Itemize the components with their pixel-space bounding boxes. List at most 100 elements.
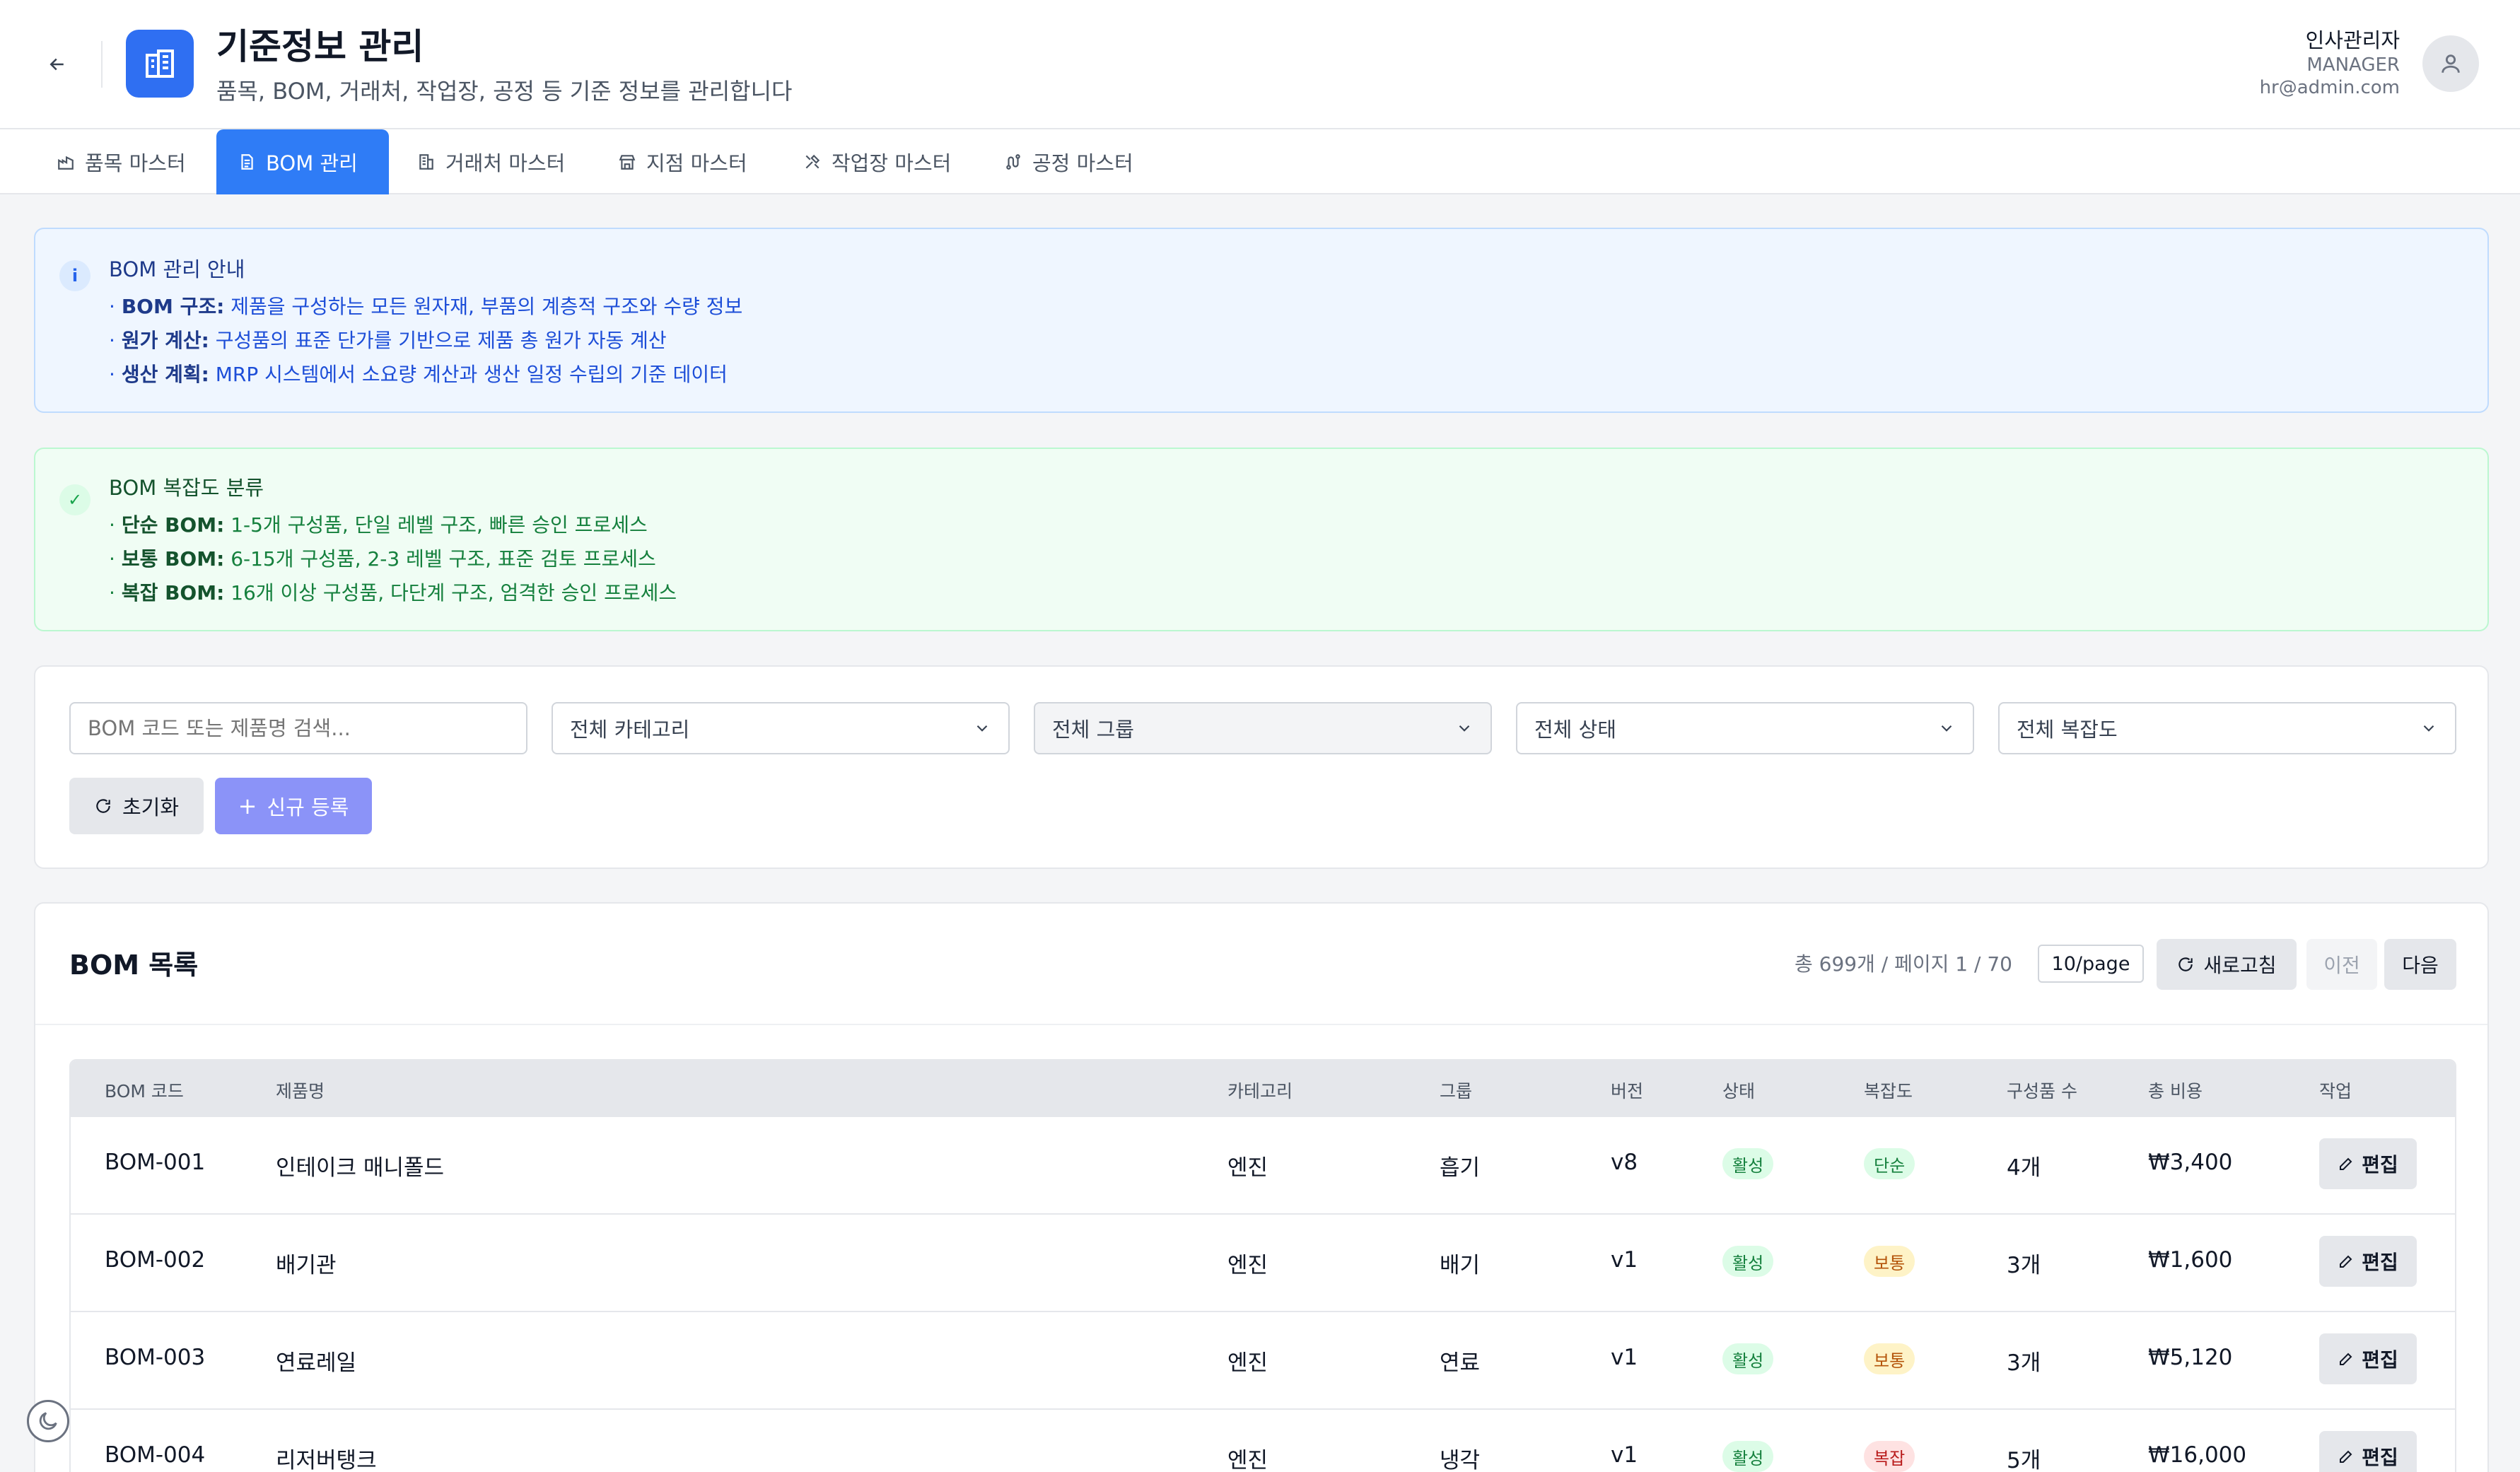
chevron-down-icon — [1941, 725, 1952, 732]
column-header[interactable]: 버전 — [1611, 1077, 1643, 1103]
tab-item-master[interactable]: 품목 마스터 — [34, 129, 209, 194]
component-count: 3개 — [2007, 1350, 2041, 1376]
tab-label: BOM 관리 — [266, 151, 358, 175]
theme-toggle-button[interactable] — [27, 1400, 69, 1442]
column-header[interactable]: BOM 코드 — [105, 1077, 184, 1103]
refresh-label: 새로고침 — [2203, 954, 2277, 977]
group-select[interactable]: 전체 그룹 — [1034, 702, 1492, 754]
category-select[interactable]: 전체 카테고리 — [552, 702, 1010, 754]
table-row[interactable]: BOM-003 연료레일 엔진 연료 v1 활성 보통 3개 ₩5,120 편집 — [71, 1312, 2455, 1410]
table-header: BOM 코드 제품명 카테고리 그룹 버전 상태 복잡도 구성품 수 총 비용 … — [71, 1061, 2455, 1117]
total-cost: ₩3,400 — [2148, 1150, 2233, 1175]
bom-complexity-notice: ✓ BOM 복잡도 분류 · 단순 BOM: 1-5개 구성품, 단일 레벨 구… — [34, 448, 2489, 631]
refresh-icon — [96, 799, 110, 813]
column-header[interactable]: 구성품 수 — [2007, 1077, 2077, 1103]
page-subtitle: 품목, BOM, 거래처, 작업장, 공정 등 기준 정보를 관리합니다 — [216, 78, 793, 105]
notice-line: · 복잡 BOM: 16개 이상 구성품, 다단계 구조, 엄격한 승인 프로세… — [109, 581, 677, 604]
user-info: 인사관리자 MANAGER hr@admin.com — [2260, 27, 2400, 99]
refresh-button[interactable]: 새로고침 — [2157, 939, 2297, 990]
notice-line: · BOM 구조: 제품을 구성하는 모든 원자재, 부품의 계층적 구조와 수… — [109, 295, 743, 318]
table-row[interactable]: BOM-004 리저버탱크 엔진 냉각 v1 활성 복잡 5개 ₩16,000 … — [71, 1410, 2455, 1472]
component-count: 3개 — [2007, 1253, 2041, 1278]
pencil-icon — [2340, 1157, 2352, 1170]
product-name: 연료레일 — [276, 1350, 357, 1376]
product-name: 인테이크 매니폴드 — [276, 1155, 445, 1181]
list-title: BOM 목록 — [69, 950, 199, 981]
column-header[interactable]: 총 비용 — [2148, 1077, 2203, 1103]
bom-code: BOM-004 — [105, 1442, 206, 1468]
edit-button[interactable]: 편집 — [2319, 1236, 2417, 1287]
user-role: MANAGER — [2306, 54, 2400, 76]
edit-label: 편집 — [2362, 1251, 2398, 1274]
new-bom-button[interactable]: + 신규 등록 — [215, 778, 372, 834]
column-header[interactable]: 제품명 — [276, 1077, 325, 1103]
tab-branch-master[interactable]: 지점 마스터 — [595, 129, 770, 194]
total-cost: ₩5,120 — [2148, 1345, 2233, 1370]
info-icon: i — [59, 260, 91, 291]
back-button[interactable] — [38, 48, 76, 81]
bom-code: BOM-003 — [105, 1345, 206, 1370]
edit-button[interactable]: 편집 — [2319, 1333, 2417, 1384]
version: v8 — [1611, 1150, 1638, 1175]
column-header[interactable]: 복잡도 — [1864, 1077, 1913, 1103]
notice-line: · 생산 계획: MRP 시스템에서 소요량 계산과 생산 일정 수립의 기준 … — [109, 363, 728, 386]
category: 엔진 — [1227, 1350, 1268, 1376]
tools-icon — [805, 154, 820, 169]
column-header[interactable]: 상태 — [1722, 1077, 1755, 1103]
complexity-badge: 보통 — [1864, 1246, 1915, 1277]
bom-code: BOM-001 — [105, 1150, 206, 1175]
tab-label: 품목 마스터 — [85, 151, 186, 175]
bom-list-card: BOM 목록 총 699개 / 페이지 1 / 70 10/page 새로고침 … — [34, 902, 2489, 1472]
reset-button[interactable]: 초기화 — [69, 778, 204, 834]
status-badge: 활성 — [1722, 1343, 1774, 1374]
tab-partner-master[interactable]: 거래처 마스터 — [395, 129, 588, 194]
tab-process-master[interactable]: 공정 마스터 — [981, 129, 1156, 194]
search-input[interactable] — [69, 702, 527, 754]
chevron-down-icon — [1459, 725, 1470, 732]
component-count: 5개 — [2007, 1448, 2041, 1472]
status-select[interactable]: 전체 상태 — [1516, 702, 1974, 754]
edit-button[interactable]: 편집 — [2319, 1431, 2417, 1472]
prev-page-button[interactable]: 이전 — [2306, 939, 2377, 990]
per-page-select[interactable]: 10/page — [2038, 945, 2144, 983]
group: 연료 — [1440, 1350, 1481, 1376]
tab-workcenter-master[interactable]: 작업장 마스터 — [781, 129, 974, 194]
edit-label: 편집 — [2362, 1153, 2398, 1176]
group: 냉각 — [1440, 1448, 1481, 1472]
total-cost: ₩16,000 — [2148, 1442, 2247, 1468]
group: 배기 — [1440, 1253, 1481, 1278]
edit-button[interactable]: 편집 — [2319, 1138, 2417, 1189]
product-name: 배기관 — [276, 1253, 337, 1278]
master-tabs: 품목 마스터 BOM 관리 거래처 마스터 지점 마스터 작업장 마스터 공정 … — [0, 129, 2520, 194]
tab-bom[interactable]: BOM 관리 — [216, 129, 389, 194]
chevron-down-icon — [2423, 725, 2434, 732]
moon-icon — [39, 1412, 57, 1430]
complexity-select[interactable]: 전체 복잡도 — [1998, 702, 2456, 754]
category: 엔진 — [1227, 1155, 1268, 1181]
refresh-icon — [2178, 957, 2193, 971]
next-page-button[interactable]: 다음 — [2384, 939, 2456, 990]
component-count: 4개 — [2007, 1155, 2041, 1181]
select-value: 전체 상태 — [1534, 718, 1616, 742]
plus-icon: + — [238, 793, 257, 819]
check-icon: ✓ — [59, 484, 91, 515]
category: 엔진 — [1227, 1253, 1268, 1278]
table-row[interactable]: BOM-002 배기관 엔진 배기 v1 활성 보통 3개 ₩1,600 편집 — [71, 1215, 2455, 1312]
column-header[interactable]: 그룹 — [1440, 1077, 1472, 1103]
version: v1 — [1611, 1345, 1638, 1370]
complexity-badge: 보통 — [1864, 1343, 1915, 1374]
app-header: 기준정보 관리 품목, BOM, 거래처, 작업장, 공정 등 기준 정보를 관… — [0, 0, 2520, 129]
building-icon — [126, 30, 194, 98]
status-badge: 활성 — [1722, 1148, 1774, 1179]
notice-title: BOM 복잡도 분류 — [109, 476, 264, 500]
user-icon — [2442, 54, 2460, 73]
user-email: hr@admin.com — [2259, 77, 2400, 98]
pencil-icon — [2340, 1450, 2352, 1463]
pagination-info: 총 699개 / 페이지 1 / 70 — [1795, 952, 2012, 976]
bom-code: BOM-002 — [105, 1247, 206, 1273]
table-row[interactable]: BOM-001 인테이크 매니폴드 엔진 흡기 v8 활성 단순 4개 ₩3,4… — [71, 1117, 2455, 1215]
pencil-icon — [2340, 1353, 2352, 1365]
avatar[interactable] — [2422, 35, 2479, 92]
user-name: 인사관리자 — [2305, 28, 2400, 52]
column-header[interactable]: 카테고리 — [1227, 1077, 1293, 1103]
